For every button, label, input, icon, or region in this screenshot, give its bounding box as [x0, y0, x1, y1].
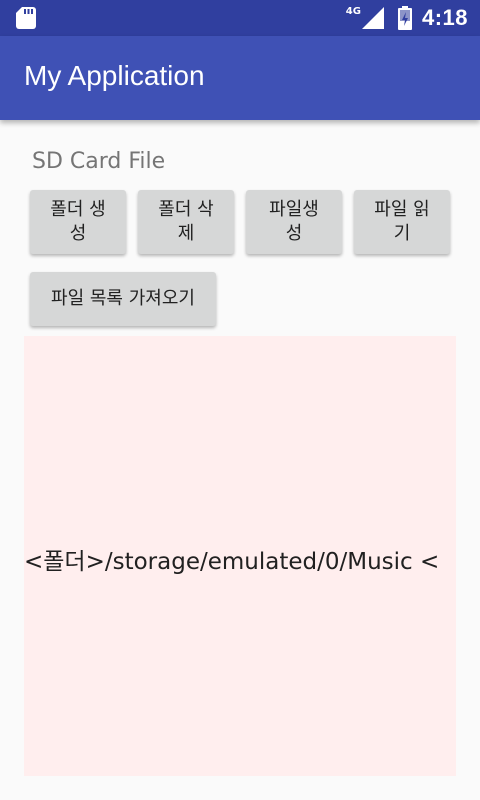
- file-list-text: <폴더>/storage/emulated/0/Music <: [24, 549, 440, 575]
- section-label: SD Card File: [32, 149, 166, 174]
- delete-folder-button[interactable]: 폴더 삭 제: [138, 190, 234, 254]
- create-file-button[interactable]: 파일생 성: [246, 190, 342, 254]
- signal-icon: [361, 7, 384, 29]
- status-clock: 4:18: [421, 5, 468, 30]
- create-folder-button[interactable]: 폴더 생 성: [30, 190, 126, 254]
- battery-icon: [397, 6, 412, 30]
- app-title: My Application: [24, 60, 205, 91]
- create-folder-button-label: 폴더 생 성: [50, 199, 106, 244]
- status-icons: 4G 4:18: [346, 0, 468, 36]
- delete-folder-button-label: 폴더 삭 제: [158, 199, 214, 244]
- get-file-list-button[interactable]: 파일 목록 가져오기: [30, 272, 216, 326]
- get-file-list-button-label: 파일 목록 가져오기: [51, 288, 195, 309]
- status-bar: 4G 4:18: [0, 0, 480, 36]
- create-file-button-label: 파일생 성: [269, 199, 319, 244]
- network-type-label: 4G: [345, 5, 361, 17]
- app-bar: My Application: [0, 36, 480, 120]
- read-file-button-label: 파일 읽 기: [374, 199, 430, 244]
- file-list-output: <폴더>/storage/emulated/0/Music <: [24, 336, 456, 776]
- sd-card-icon: [16, 7, 36, 29]
- read-file-button[interactable]: 파일 읽 기: [354, 190, 450, 254]
